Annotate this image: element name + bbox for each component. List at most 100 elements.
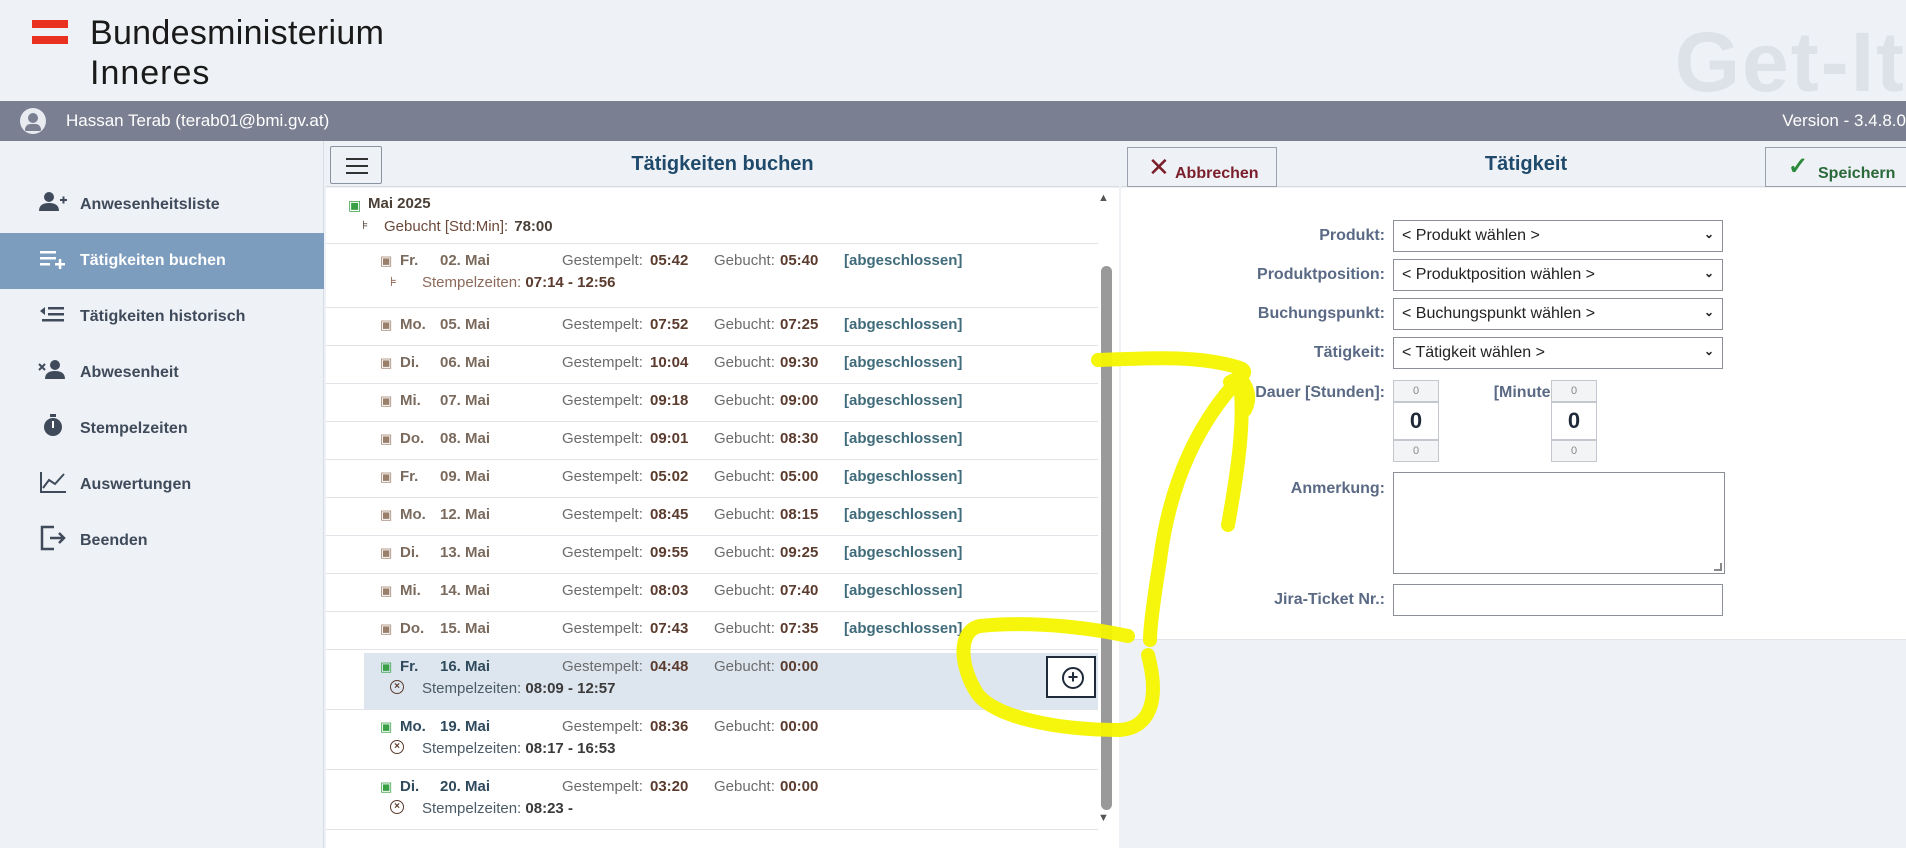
day-row[interactable]: ▣ Di. 20. Mai Gestempelt: 03:20 Gebucht: 00:00… [326, 770, 1098, 830]
panel-title: Tätigkeiten buchen [631, 153, 814, 175]
hours-decrement[interactable]: 0 [1393, 440, 1439, 462]
sidebar-item-taetigkeiten-historisch[interactable]: Tätigkeiten historisch [0, 289, 324, 345]
day-row[interactable]: ▣ Do. 08. Mai Gestempelt: 09:01 Gebucht: 08:30… [326, 422, 1098, 460]
stamped-value: 07:43 [650, 620, 689, 637]
check-icon: ✓ [1788, 153, 1809, 180]
day-date: 08. Mai [440, 430, 491, 447]
minutes-input[interactable]: 0 [1551, 402, 1597, 440]
logout-icon [38, 525, 68, 557]
calendar-day-icon: ▣ [380, 659, 393, 674]
day-date: 15. Mai [440, 620, 491, 637]
stamp-times-label: Stempelzeiten: [422, 740, 522, 757]
brand-logo: Get-It [1674, 15, 1906, 109]
day-row[interactable]: ▣ Mo. 19. Mai Gestempelt: 08:36 Gebucht: 00:00… [326, 710, 1098, 770]
buchungspunkt-select[interactable]: < Buchungspunkt wählen > ⌄ [1393, 298, 1723, 330]
jira-ticket-input[interactable] [1393, 584, 1723, 616]
close-circle-icon[interactable]: × [390, 680, 404, 694]
austria-flag-logo [32, 20, 68, 46]
stamp-times: Stempelzeiten: 08:17 - 16:53 [422, 740, 615, 757]
scrollbar-thumb[interactable] [1101, 266, 1112, 810]
add-alarm-button[interactable]: + [1046, 656, 1096, 698]
hours-increment[interactable]: 0 [1393, 380, 1439, 402]
stamped-label: Gestempelt: [562, 252, 643, 269]
stamped-value: 08:36 [650, 718, 689, 735]
booked-label: Gebucht: [714, 778, 775, 795]
day-row[interactable]: ▣ Di. 06. Mai Gestempelt: 10:04 Gebucht: 09:30… [326, 346, 1098, 384]
booked-value: 07:25 [780, 316, 819, 333]
produktposition-value: < Produktposition wählen > [1402, 266, 1596, 283]
minutes-decrement[interactable]: 0 [1551, 440, 1597, 462]
day-row[interactable]: ▣ Mo. 05. Mai Gestempelt: 07:52 Gebucht: 07:25… [326, 308, 1098, 346]
stamped-label: Gestempelt: [562, 506, 643, 523]
buchungspunkt-label: Buchungspunkt: [1257, 305, 1385, 322]
user-account-icon[interactable] [20, 108, 46, 134]
add-circle-icon: + [1062, 667, 1084, 689]
calendar-day-icon: ▣ [380, 317, 393, 332]
booked-label: Gebucht: [714, 582, 775, 599]
scroll-down-arrow[interactable]: ▼ [1098, 812, 1109, 824]
resize-handle-icon[interactable] [1714, 563, 1722, 571]
anmerkung-textarea[interactable] [1393, 472, 1725, 574]
stamped-value: 08:03 [650, 582, 689, 599]
day-date: 06. Mai [440, 354, 491, 371]
produktposition-select[interactable]: < Produktposition wählen > ⌄ [1393, 259, 1723, 291]
sidebar: Anwesenheitsliste Tätigkeiten buchen Tät… [0, 141, 324, 848]
chart-icon [38, 470, 68, 500]
menu-button[interactable] [330, 146, 382, 184]
taetigkeit-select[interactable]: < Tätigkeit wählen > ⌄ [1393, 337, 1723, 369]
taetigkeit-label: Tätigkeit: [1313, 344, 1385, 361]
activity-panel-header: ✕ Abbrechen Tätigkeit ✓ Speichern [1121, 143, 1906, 187]
close-circle-icon[interactable]: × [390, 740, 404, 754]
sidebar-item-abwesenheit[interactable]: Abwesenheit [0, 345, 324, 401]
booked-label: Gebucht: [714, 430, 775, 447]
hours-input[interactable]: 0 [1393, 402, 1439, 440]
minutes-increment[interactable]: 0 [1551, 380, 1597, 402]
day-row[interactable]: ▣ Mi. 07. Mai Gestempelt: 09:18 Gebucht: 09:00… [326, 384, 1098, 422]
scroll-up-arrow[interactable]: ▲ [1098, 192, 1109, 204]
calendar-day-icon: ▣ [380, 393, 393, 408]
sidebar-item-beenden[interactable]: Beenden [0, 513, 324, 569]
list-add-icon [38, 247, 68, 275]
stamped-value: 10:04 [650, 354, 689, 371]
sidebar-item-stempelzeiten[interactable]: Stempelzeiten [0, 401, 324, 457]
day-date: 05. Mai [440, 316, 491, 333]
calendar-day-icon: ▣ [380, 507, 393, 522]
day-row[interactable]: ▣ Mi. 14. Mai Gestempelt: 08:03 Gebucht: 07:40… [326, 574, 1098, 612]
sidebar-item-taetigkeiten-buchen[interactable]: Tätigkeiten buchen [0, 233, 324, 289]
calendar-day-icon: ▣ [380, 253, 393, 268]
stamped-label: Gestempelt: [562, 582, 643, 599]
close-circle-icon[interactable]: × [390, 800, 404, 814]
booked-value: 07:40 [780, 582, 819, 599]
month-header[interactable]: ▣ Mai 2025 ⊧ Gebucht [Std:Min]: 78:00 [326, 188, 1098, 244]
sidebar-item-auswertungen[interactable]: Auswertungen [0, 457, 324, 513]
booked-label: Gebucht: [714, 316, 775, 333]
status-badge: [abgeschlossen] [844, 506, 963, 523]
cancel-button[interactable]: ✕ Abbrechen [1127, 147, 1277, 187]
day-row[interactable]: ▣ Fr. 02. Mai Gestempelt: 05:42 Gebucht: 05:40… [326, 244, 1098, 308]
day-row[interactable]: ▣ Do. 15. Mai Gestempelt: 07:43 Gebucht: 07:35… [326, 612, 1098, 650]
sidebar-item-anwesenheitsliste[interactable]: Anwesenheitsliste [0, 177, 324, 233]
save-button[interactable]: ✓ Speichern [1765, 147, 1906, 187]
day-row[interactable]: ▣ Fr. 09. Mai Gestempelt: 05:02 Gebucht: 05:00… [326, 460, 1098, 498]
produkt-select[interactable]: < Produkt wählen > ⌄ [1393, 220, 1723, 252]
day-row[interactable]: ▣ Mo. 12. Mai Gestempelt: 08:45 Gebucht: 08:15… [326, 498, 1098, 536]
booking-list: ▣ Mai 2025 ⊧ Gebucht [Std:Min]: 78:00 ▣ Fr… [326, 188, 1119, 848]
taetigkeit-value: < Tätigkeit wählen > [1402, 344, 1545, 361]
stamped-label: Gestempelt: [562, 392, 643, 409]
booked-value: 09:00 [780, 392, 819, 409]
jira-label: Jira-Ticket Nr.: [1274, 591, 1385, 608]
calendar-day-icon: ▣ [380, 355, 393, 370]
booking-panel-header: Tätigkeiten buchen [326, 143, 1119, 187]
day-row[interactable]: ▣ Fr. 16. Mai Gestempelt: 04:48 Gebucht: 00:00… [326, 650, 1098, 710]
sidebar-item-label: Auswertungen [80, 476, 192, 493]
booked-value: 09:25 [780, 544, 819, 561]
anmerkung-label: Anmerkung: [1290, 480, 1385, 497]
booked-label: Gebucht: [714, 544, 775, 561]
day-row[interactable]: ▣ Di. 13. Mai Gestempelt: 09:55 Gebucht: 09:25… [326, 536, 1098, 574]
activity-form: Produkt: < Produkt wählen > ⌄ Produktposi… [1121, 188, 1906, 640]
booked-value: 00:00 [780, 778, 819, 795]
day-date: 20. Mai [440, 778, 491, 795]
stamped-label: Gestempelt: [562, 778, 643, 795]
stamped-value: 03:20 [650, 778, 689, 795]
user-bar: Hassan Terab (terab01@bmi.gv.at) Version… [0, 101, 1906, 141]
